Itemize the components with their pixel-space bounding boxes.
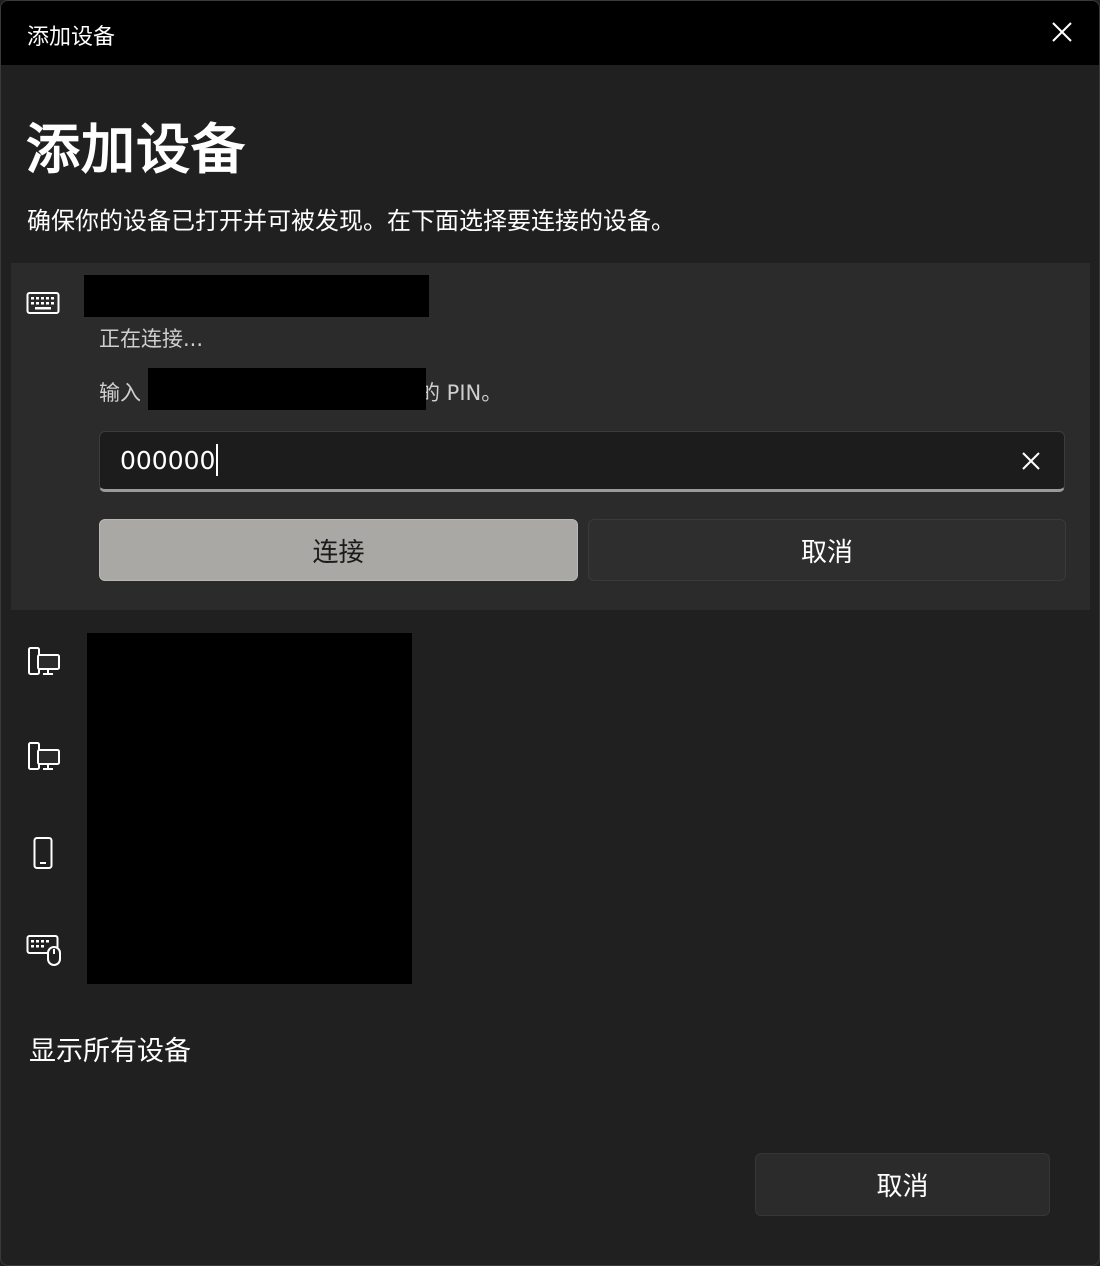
- pin-prompt-suffix: 的 PIN。: [419, 381, 503, 405]
- phone-icon[interactable]: [33, 837, 53, 869]
- connect-button[interactable]: 连接: [99, 519, 578, 581]
- show-all-devices-link[interactable]: 显示所有设备: [29, 1029, 191, 1068]
- redacted-device-name-inline: [148, 368, 426, 410]
- cancel-button[interactable]: 取消: [755, 1153, 1050, 1216]
- pin-input-value: 000000: [120, 444, 219, 476]
- title-bar: 添加设备: [1, 1, 1099, 65]
- keyboard-icon: [26, 290, 60, 316]
- page-heading: 添加设备: [26, 118, 246, 181]
- close-button[interactable]: [1045, 15, 1079, 49]
- pin-input[interactable]: 000000: [99, 431, 1065, 492]
- connection-status: 正在连接...: [99, 327, 204, 351]
- add-device-dialog: 添加设备 添加设备 确保你的设备已打开并可被发现。在下面选择要连接的设备。 正在…: [0, 0, 1100, 1266]
- window-title: 添加设备: [27, 25, 116, 50]
- cancel-pairing-button[interactable]: 取消: [588, 519, 1066, 581]
- pc-monitor-icon[interactable]: [27, 742, 61, 772]
- clear-input-button[interactable]: [1020, 450, 1042, 472]
- redacted-device-list: [87, 633, 412, 984]
- page-description: 确保你的设备已打开并可被发现。在下面选择要连接的设备。: [27, 207, 675, 235]
- redacted-device-name: [84, 275, 429, 317]
- keyboard-mouse-icon[interactable]: [26, 934, 62, 966]
- close-icon: [1052, 22, 1072, 42]
- clear-icon: [1022, 452, 1040, 470]
- text-caret: [216, 444, 219, 476]
- pc-monitor-icon[interactable]: [27, 647, 61, 677]
- pin-prompt-prefix: 输入: [99, 381, 141, 405]
